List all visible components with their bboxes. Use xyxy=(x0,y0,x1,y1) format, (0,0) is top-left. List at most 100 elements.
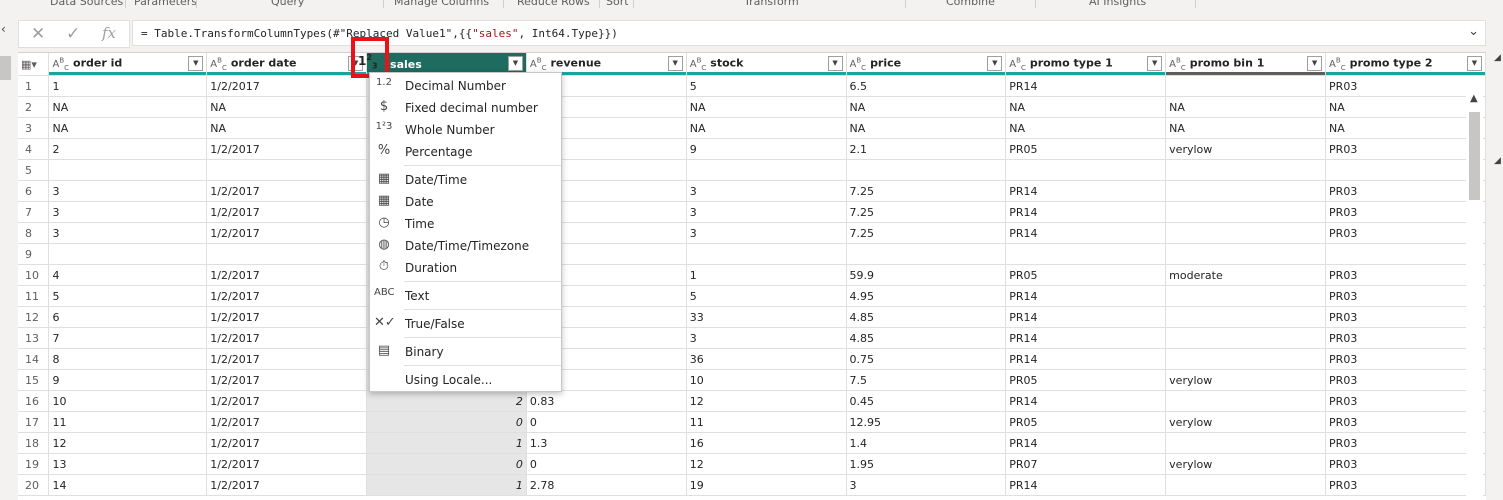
table-cell[interactable]: 13 xyxy=(48,453,208,475)
text-type-icon[interactable]: ABC xyxy=(1009,56,1026,71)
table-cell[interactable]: moderate xyxy=(1165,264,1327,286)
table-cell[interactable]: verylow xyxy=(1165,138,1327,160)
table-cell[interactable]: NA xyxy=(1005,117,1167,139)
table-cell[interactable]: 3 xyxy=(686,180,847,202)
table-cell[interactable] xyxy=(846,159,1007,181)
table-cell[interactable]: 3 xyxy=(48,201,208,223)
menu-item-duration[interactable]: ⏱ Duration xyxy=(370,258,561,278)
row-number[interactable]: 6 xyxy=(18,180,50,202)
table-cell[interactable] xyxy=(1165,327,1327,349)
fx-icon[interactable]: fx xyxy=(102,24,116,42)
table-cell[interactable]: 4.85 xyxy=(846,306,1007,328)
table-cell[interactable]: NA xyxy=(1165,117,1327,139)
table-cell[interactable]: PR05 xyxy=(1005,138,1167,160)
whole-number-type-icon[interactable] xyxy=(370,60,386,71)
filter-dropdown-icon[interactable]: ▼ xyxy=(667,56,683,71)
table-cell[interactable] xyxy=(1325,159,1486,181)
table-cell[interactable] xyxy=(206,243,368,265)
filter-dropdown-icon[interactable]: ▼ xyxy=(507,56,523,71)
table-cell[interactable]: 14 xyxy=(48,474,208,496)
table-cell[interactable]: NA xyxy=(1005,96,1167,118)
table-cell[interactable]: 2 xyxy=(366,390,527,412)
menu-item-percentage[interactable]: % Percentage xyxy=(370,142,561,162)
row-number[interactable]: 10 xyxy=(18,264,50,286)
table-cell[interactable]: 1.4 xyxy=(846,432,1007,454)
table-cell[interactable]: 10 xyxy=(686,369,847,391)
table-cell[interactable]: 19 xyxy=(686,474,847,496)
table-cell[interactable] xyxy=(1005,159,1167,181)
table-cell[interactable] xyxy=(846,243,1007,265)
table-cell[interactable]: 1/2/2017 xyxy=(206,390,368,412)
table-cell[interactable]: 7.5 xyxy=(846,369,1007,391)
text-type-icon[interactable]: ABC xyxy=(690,56,707,71)
table-cell[interactable] xyxy=(1165,222,1327,244)
table-cell[interactable]: 1/2/2017 xyxy=(206,369,368,391)
table-cell[interactable]: PR14 xyxy=(1005,390,1167,412)
table-cell[interactable] xyxy=(1165,201,1327,223)
menu-item-date-time-timezone[interactable]: ◍ Date/Time/Timezone xyxy=(370,236,561,256)
table-cell[interactable]: PR03 xyxy=(1325,180,1486,202)
table-cell[interactable]: 2.1 xyxy=(846,138,1007,160)
column-header-order-id[interactable]: ABC order id ▼ xyxy=(48,53,208,76)
text-type-icon[interactable]: ABC xyxy=(530,56,547,71)
table-cell[interactable]: PR03 xyxy=(1325,348,1486,370)
table-cell[interactable]: PR14 xyxy=(1005,348,1167,370)
table-cell[interactable]: 4.95 xyxy=(846,285,1007,307)
filter-dropdown-icon[interactable]: ▼ xyxy=(1147,56,1163,71)
queries-pane-tab[interactable] xyxy=(0,56,11,80)
table-cell[interactable]: 0.83 xyxy=(526,390,687,412)
table-cell[interactable] xyxy=(1165,243,1327,265)
filter-dropdown-icon[interactable]: ▼ xyxy=(1307,56,1323,71)
triangle-up-icon[interactable]: ◢ xyxy=(1494,156,1501,166)
table-cell[interactable] xyxy=(686,159,847,181)
menu-item-text[interactable]: ABC Text xyxy=(370,286,561,306)
filter-dropdown-icon[interactable]: ▼ xyxy=(827,56,843,71)
column-header-promo-type-1[interactable]: ABC promo type 1 ▼ xyxy=(1005,53,1167,76)
table-cell[interactable] xyxy=(1165,432,1327,454)
chevron-down-icon[interactable]: ⌄ xyxy=(1468,24,1479,39)
table-cell[interactable]: PR07 xyxy=(1005,453,1167,475)
text-type-icon[interactable]: ABC xyxy=(850,56,867,71)
triangle-up-icon[interactable]: ◢ xyxy=(1494,53,1501,63)
menu-item-decimal-number[interactable]: 1.2 Decimal Number xyxy=(370,76,561,96)
table-cell[interactable]: 1/2/2017 xyxy=(206,138,368,160)
table-cell[interactable]: 12 xyxy=(686,390,847,412)
table-cell[interactable]: NA xyxy=(1165,96,1327,118)
table-cell[interactable]: 2 xyxy=(48,138,208,160)
table-cell[interactable]: PR14 xyxy=(1005,222,1167,244)
row-number[interactable]: 17 xyxy=(18,411,50,433)
table-cell[interactable]: PR03 xyxy=(1325,390,1486,412)
row-number[interactable]: 19 xyxy=(18,453,50,475)
scrollbar-thumb[interactable] xyxy=(1469,112,1480,200)
table-cell[interactable]: 1/2/2017 xyxy=(206,453,368,475)
menu-item-binary[interactable]: ▤ Binary xyxy=(370,342,561,362)
table-cell[interactable] xyxy=(1165,159,1327,181)
table-cell[interactable]: 3 xyxy=(48,222,208,244)
table-cell[interactable] xyxy=(1165,390,1327,412)
table-cell[interactable] xyxy=(1165,75,1327,97)
table-cell[interactable]: PR05 xyxy=(1005,411,1167,433)
table-cell[interactable]: 1 xyxy=(366,432,527,454)
vertical-scrollbar[interactable]: ▲ xyxy=(1466,90,1483,499)
table-cell[interactable] xyxy=(206,159,368,181)
table-cell[interactable]: 36 xyxy=(686,348,847,370)
table-cell[interactable]: 1/2/2017 xyxy=(206,327,368,349)
table-cell[interactable]: 7 xyxy=(48,327,208,349)
table-cell[interactable] xyxy=(1165,180,1327,202)
scroll-up-icon[interactable]: ▲ xyxy=(1470,93,1478,104)
table-cell[interactable]: verylow xyxy=(1165,411,1327,433)
menu-item-whole-number[interactable]: 1²3 Whole Number xyxy=(370,120,561,140)
table-cell[interactable]: 33 xyxy=(686,306,847,328)
text-type-icon[interactable]: ABC xyxy=(1169,56,1186,71)
table-cell[interactable]: NA xyxy=(846,96,1007,118)
table-cell[interactable]: PR03 xyxy=(1325,432,1486,454)
table-cell[interactable] xyxy=(1165,348,1327,370)
table-cell[interactable] xyxy=(686,243,847,265)
table-cell[interactable]: 1/2/2017 xyxy=(206,180,368,202)
row-number[interactable]: 16 xyxy=(18,390,50,412)
table-cell[interactable]: 8 xyxy=(48,348,208,370)
table-cell[interactable]: 0 xyxy=(526,453,687,475)
table-cell[interactable]: 1 xyxy=(48,75,208,97)
table-cell[interactable]: 0.45 xyxy=(846,390,1007,412)
menu-item-using-locale[interactable]: Using Locale... xyxy=(370,370,561,390)
